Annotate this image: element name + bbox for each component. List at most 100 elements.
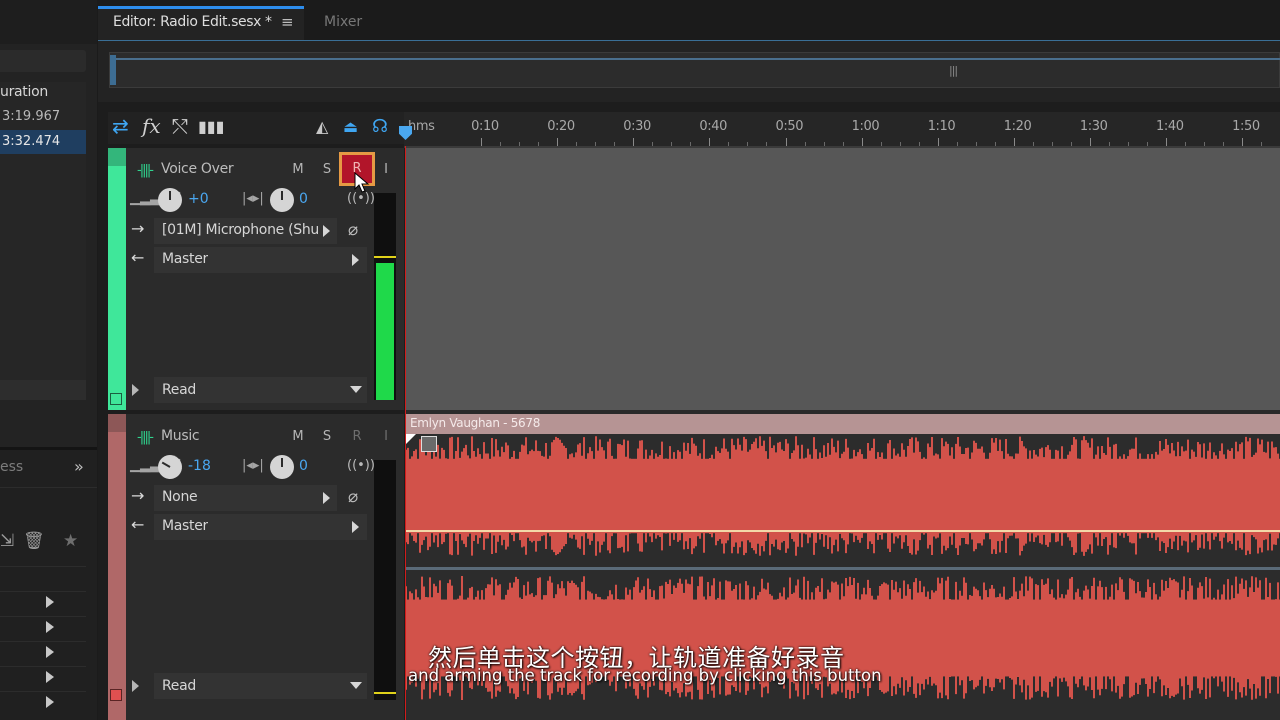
star-icon[interactable]: ★ [63,531,78,551]
monitor-input-button[interactable]: I [374,159,398,181]
mute-button[interactable]: M [286,159,310,181]
track-grip-icon[interactable] [108,414,126,432]
navigator-handle[interactable] [110,55,116,85]
file-row-duration[interactable]: 3:19.967 [0,105,86,129]
ruler-tick [861,138,863,146]
input-route-label: [01M] Microphone (Shu [162,222,320,238]
tab-menu-icon[interactable]: ≡ [281,13,294,31]
ruler-tick [937,138,939,146]
volume-value[interactable]: +0 [188,191,209,207]
track-select-checkbox[interactable] [110,689,122,701]
expand-automation-icon[interactable] [132,680,139,692]
ruler-label: 0:10 [471,119,499,134]
sends-icon[interactable]: ⤲ [172,114,188,138]
meter-peak [374,256,396,258]
ruler-tick [1242,138,1244,146]
list-item[interactable] [0,591,86,615]
trash-icon[interactable]: 🗑 [23,531,45,551]
output-route-label: Master [162,518,209,534]
polarity-invert-icon[interactable]: ⌀ [348,220,358,240]
tab-mixer[interactable]: Mixer [324,14,362,30]
ruler-tick [709,138,711,146]
duration-column-header[interactable]: uration [0,84,48,100]
files-search-field[interactable] [0,50,86,72]
ruler-label: 1:40 [1156,119,1184,134]
navigator-grip-icon[interactable]: ||| [949,64,958,77]
pan-icon: |◂▸| [242,458,264,473]
track-name[interactable]: Voice Over [161,161,234,177]
fade-in-handle[interactable] [421,436,437,452]
track-color-strip[interactable] [108,148,126,410]
solo-button[interactable]: S [315,159,339,181]
tab-history[interactable]: ess [0,459,23,475]
dropdown-arrow-icon[interactable] [350,386,362,393]
dropdown-arrow-icon[interactable] [352,521,359,533]
ruler-tick [785,138,787,146]
track-level-meter [374,460,396,700]
expand-arrow-icon[interactable] [46,621,54,633]
expand-automation-icon[interactable] [132,384,139,396]
polarity-invert-icon[interactable]: ⌀ [348,487,358,507]
solo-button[interactable]: S [315,426,339,448]
files-scrollbar[interactable] [0,380,86,400]
volume-knob[interactable] [158,188,182,212]
track-lane-voice-over[interactable] [406,148,1280,410]
track-color-strip[interactable] [108,414,126,720]
file-row-duration-selected[interactable]: 3:32.474 [0,130,86,154]
expand-arrow-icon[interactable] [46,671,54,683]
ruler-label: 1:00 [851,119,880,134]
import-icon[interactable]: ⇲ [0,531,14,551]
pan-knob[interactable] [270,188,294,212]
expand-arrow-icon[interactable] [46,596,54,608]
mouse-cursor-icon [354,172,370,193]
track-name[interactable]: Music [161,428,200,444]
output-arrow-icon: ← [131,248,145,267]
files-panel-header [0,0,97,44]
pan-knob[interactable] [270,455,294,479]
output-arrow-icon: ← [131,515,145,534]
effects-rack-icon[interactable]: fx [142,114,161,138]
channel-divider [406,567,1280,570]
pan-value[interactable]: 0 [299,191,308,207]
inputs-outputs-icon[interactable]: ⇄ [112,114,129,138]
track-grip-icon[interactable] [108,148,126,166]
ruler-label: 1:30 [1079,119,1108,134]
volume-value[interactable]: -18 [188,458,211,474]
subtitle-english: and arming the track for recording by cl… [408,666,882,685]
monitor-input-button[interactable]: I [374,426,398,448]
eq-icon[interactable]: ▮▮▮ [198,117,224,136]
list-item[interactable] [0,616,86,640]
record-arm-button[interactable]: R [345,426,369,448]
tab-editor-label[interactable]: Editor: Radio Edit.sesx * [113,14,272,30]
dropdown-arrow-icon[interactable] [323,492,330,504]
clip-corner-marker [406,434,416,444]
dropdown-arrow-icon[interactable] [352,254,359,266]
playhead-line[interactable] [405,146,406,720]
navigator-range[interactable] [111,58,1280,60]
ruler-label: 1:10 [927,119,956,134]
metronome-icon[interactable]: ◭ [316,117,328,136]
volume-envelope-line[interactable] [406,530,1280,532]
list-item[interactable] [0,666,86,690]
input-arrow-icon: → [131,219,145,238]
input-route-label: None [162,489,198,505]
ruler-label: 0:30 [623,119,651,134]
pan-value[interactable]: 0 [299,458,308,474]
expand-arrow-icon[interactable] [46,646,54,658]
headphones-icon[interactable]: ☊ [372,116,388,137]
ruler-tick [481,138,483,146]
record-input-icon[interactable]: ⏏ [343,117,358,136]
list-item[interactable] [0,691,86,715]
track-select-checkbox[interactable] [110,393,122,405]
clip-name[interactable]: Emlyn Vaughan - 5678 [410,416,540,430]
expand-arrow-icon[interactable] [46,696,54,708]
mute-button[interactable]: M [286,426,310,448]
ruler-tick [557,138,559,146]
pan-icon: |◂▸| [242,191,264,206]
dropdown-arrow-icon[interactable] [323,225,330,237]
panel-overflow-icon[interactable]: » [74,457,84,476]
list-item[interactable] [0,641,86,665]
mono-stereo-icon[interactable]: ((•)) [347,458,375,473]
dropdown-arrow-icon[interactable] [350,682,362,689]
output-route-label: Master [162,251,209,267]
